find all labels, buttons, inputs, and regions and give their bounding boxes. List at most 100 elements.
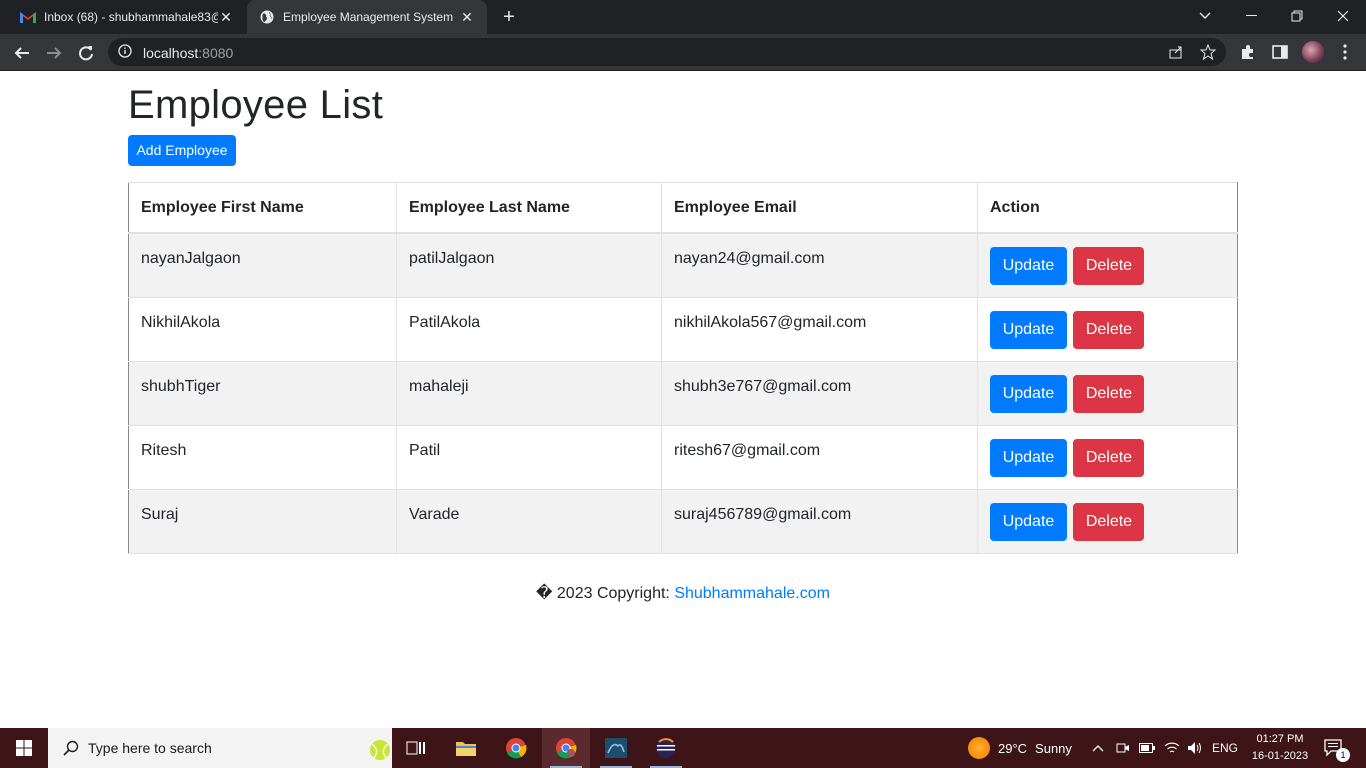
cell-email: shubh3e767@gmail.com	[661, 360, 978, 426]
extensions-icon[interactable]	[1239, 43, 1257, 61]
update-button[interactable]: Update	[990, 374, 1067, 413]
bookmark-star-icon[interactable]	[1199, 43, 1217, 61]
cell-email: ritesh67@gmail.com	[661, 424, 978, 490]
cell-actions: Update Delete	[977, 424, 1238, 490]
cell-last-name: Patil	[396, 424, 662, 490]
menu-kebab-icon[interactable]	[1336, 43, 1354, 61]
page-title: Employee List	[128, 83, 384, 127]
column-header-first-name: Employee First Name	[128, 182, 397, 234]
chrome-profile-window-icon[interactable]	[542, 728, 590, 768]
cell-actions: Update Delete	[977, 488, 1238, 554]
windows-taskbar: Type here to search 29°C Sunny ENG 01:27…	[0, 728, 1366, 768]
search-icon	[62, 739, 80, 762]
update-button[interactable]: Update	[990, 310, 1067, 349]
table-row: Ritesh Patil ritesh67@gmail.com Update D…	[128, 424, 1238, 490]
close-window-button[interactable]	[1320, 0, 1366, 32]
forward-button[interactable]	[40, 39, 68, 67]
task-view-icon[interactable]	[392, 728, 440, 768]
cell-last-name: PatilAkola	[396, 296, 662, 362]
taskbar-clock[interactable]: 01:27 PM 16-01-2023	[1244, 731, 1316, 765]
side-panel-icon[interactable]	[1271, 43, 1289, 61]
globe-icon	[259, 9, 275, 25]
minimize-button[interactable]	[1228, 0, 1274, 32]
windows-logo-icon	[16, 740, 32, 756]
cell-first-name: NikhilAkola	[128, 296, 397, 362]
show-hidden-icons-button[interactable]	[1092, 728, 1104, 768]
delete-button[interactable]: Delete	[1073, 502, 1145, 541]
url-port: :8080	[198, 45, 234, 61]
browser-tabstrip: Inbox (68) - shubhammahale83@ ✕ Employee…	[0, 0, 1366, 34]
address-bar[interactable]: localhost:8080	[108, 38, 1226, 66]
table-header-row: Employee First Name Employee Last Name E…	[128, 182, 1238, 234]
cell-last-name: Varade	[396, 488, 662, 554]
delete-button[interactable]: Delete	[1073, 438, 1145, 477]
tab-gmail-inbox[interactable]: Inbox (68) - shubhammahale83@ ✕	[8, 0, 246, 34]
tennis-search-highlight-icon	[366, 730, 390, 768]
cell-first-name: Ritesh	[128, 424, 397, 490]
notification-center-icon[interactable]: 1	[1324, 728, 1350, 768]
delete-button[interactable]: Delete	[1073, 246, 1145, 285]
copyright-text: � 2023 Copyright:	[536, 585, 675, 602]
delete-button[interactable]: Delete	[1073, 374, 1145, 413]
footer-link[interactable]: Shubhammahale.com	[674, 585, 830, 602]
sun-icon	[968, 737, 990, 759]
profile-avatar[interactable]	[1302, 41, 1324, 63]
column-header-last-name: Employee Last Name	[396, 182, 662, 234]
cell-actions: Update Delete	[977, 360, 1238, 426]
update-button[interactable]: Update	[990, 438, 1067, 477]
reload-button[interactable]	[72, 39, 100, 67]
tab-employee-management[interactable]: Employee Management System ✕	[247, 0, 487, 34]
back-button[interactable]	[8, 39, 36, 67]
weather-condition: Sunny	[1035, 740, 1072, 756]
browser-toolbar: localhost:8080	[0, 34, 1366, 71]
chevron-up-icon	[1092, 745, 1104, 752]
restore-button[interactable]	[1274, 0, 1320, 32]
page-content: Employee List Add Employee Employee Firs…	[0, 71, 1366, 728]
update-button[interactable]: Update	[990, 246, 1067, 285]
battery-icon[interactable]	[1139, 728, 1155, 768]
weather-widget[interactable]: 29°C Sunny	[968, 728, 1072, 768]
info-icon[interactable]	[118, 44, 132, 63]
eclipse-icon[interactable]	[642, 728, 690, 768]
volume-icon[interactable]	[1187, 728, 1203, 768]
taskbar-search-box[interactable]: Type here to search	[48, 728, 392, 768]
windows-start-button[interactable]	[0, 728, 48, 768]
gmail-icon	[20, 9, 36, 25]
url-text: localhost:8080	[143, 45, 233, 61]
cell-first-name: shubhTiger	[128, 360, 397, 426]
cell-actions: Update Delete	[977, 232, 1238, 298]
table-row: Suraj Varade suraj456789@gmail.com Updat…	[128, 488, 1238, 554]
notification-badge: 1	[1336, 748, 1350, 762]
file-explorer-icon[interactable]	[442, 728, 490, 768]
mysql-workbench-icon[interactable]	[592, 728, 640, 768]
update-button[interactable]: Update	[990, 502, 1067, 541]
cell-actions: Update Delete	[977, 296, 1238, 362]
add-employee-button[interactable]: Add Employee	[128, 135, 236, 166]
column-header-action: Action	[977, 182, 1238, 234]
close-icon[interactable]: ✕	[459, 9, 475, 25]
input-language-indicator[interactable]: ENG	[1212, 728, 1238, 768]
search-placeholder: Type here to search	[88, 740, 212, 756]
delete-button[interactable]: Delete	[1073, 310, 1145, 349]
cell-last-name: patilJalgaon	[396, 232, 662, 298]
cell-email: nayan24@gmail.com	[661, 232, 978, 298]
tab-search-icon[interactable]	[1182, 0, 1228, 32]
employee-table: Employee First Name Employee Last Name E…	[128, 182, 1238, 554]
weather-temp: 29°C	[998, 740, 1028, 756]
cell-first-name: Suraj	[128, 488, 397, 554]
cell-first-name: nayanJalgaon	[128, 232, 397, 298]
cell-email: suraj456789@gmail.com	[661, 488, 978, 554]
tab-title: Employee Management System	[283, 10, 454, 24]
tab-title: Inbox (68) - shubhammahale83@	[44, 10, 218, 24]
cell-email: nikhilAkola567@gmail.com	[661, 296, 978, 362]
table-row: NikhilAkola PatilAkola nikhilAkola567@gm…	[128, 296, 1238, 362]
column-header-email: Employee Email	[661, 182, 978, 234]
meet-now-icon[interactable]	[1116, 728, 1130, 768]
new-tab-button[interactable]: +	[498, 6, 520, 28]
clock-date: 16-01-2023	[1251, 750, 1309, 762]
share-icon[interactable]	[1168, 44, 1184, 60]
chrome-icon[interactable]	[492, 728, 540, 768]
clock-time: 01:27 PM	[1256, 733, 1304, 745]
wifi-icon[interactable]	[1164, 728, 1180, 768]
close-icon[interactable]: ✕	[218, 9, 234, 25]
